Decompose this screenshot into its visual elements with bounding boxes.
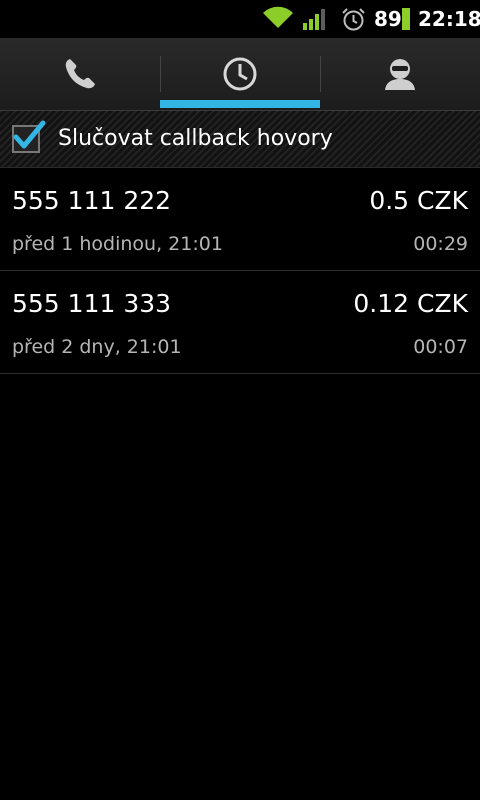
call-number: 555 111 333 — [12, 289, 172, 318]
call-log-item[interactable]: 555 111 333 0.12 CZK před 2 dny, 21:01 0… — [0, 271, 480, 374]
battery-icon — [402, 8, 410, 30]
alarm-icon — [342, 8, 365, 31]
call-price: 0.12 CZK — [353, 289, 468, 318]
call-time: před 2 dny, 21:01 — [12, 336, 182, 358]
battery-percent: 89 — [374, 7, 402, 31]
status-time: 22:18 — [418, 7, 480, 31]
call-time: před 1 hodinou, 21:01 — [12, 233, 223, 255]
wifi-icon — [263, 6, 293, 29]
tab-contacts[interactable] — [320, 38, 480, 110]
checkmark-icon — [13, 120, 46, 149]
call-duration: 00:29 — [413, 233, 468, 255]
tab-bar — [0, 38, 480, 111]
status-bar: 89 22:18 — [0, 0, 480, 38]
phone-icon — [65, 59, 95, 89]
call-duration: 00:07 — [413, 336, 468, 358]
merge-callbacks-label: Slučovat callback hovory — [58, 126, 333, 151]
call-log-item[interactable]: 555 111 222 0.5 CZK před 1 hodinou, 21:0… — [0, 168, 480, 271]
clock-icon — [223, 57, 257, 91]
selected-tab-indicator — [160, 100, 320, 108]
signal-icon — [303, 9, 325, 30]
contact-icon — [385, 59, 415, 90]
tab-phone[interactable] — [0, 38, 160, 110]
call-number: 555 111 222 — [12, 186, 172, 215]
merge-callbacks-row[interactable]: Slučovat callback hovory — [0, 111, 480, 168]
merge-callbacks-checkbox[interactable] — [12, 120, 46, 153]
call-price: 0.5 CZK — [369, 186, 468, 215]
